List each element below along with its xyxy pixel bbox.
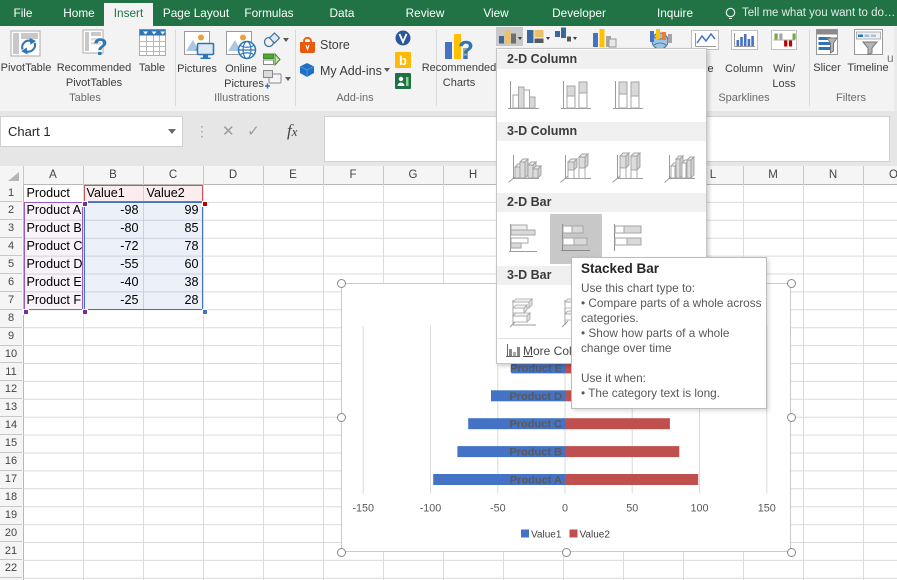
- svg-text:?: ?: [93, 34, 108, 58]
- svg-text:Value1: Value1: [531, 530, 562, 541]
- svg-text:-50: -50: [490, 503, 506, 515]
- svg-text:50: 50: [626, 503, 638, 515]
- svg-text:Product B: Product B: [509, 447, 562, 459]
- svg-text:Product A: Product A: [510, 475, 562, 487]
- svg-text:Product C: Product C: [509, 419, 562, 431]
- svg-text:-100: -100: [420, 503, 442, 515]
- svg-text:0: 0: [562, 503, 568, 515]
- svg-text:Value2: Value2: [580, 530, 611, 541]
- svg-text:150: 150: [758, 503, 776, 515]
- svg-text:-150: -150: [352, 503, 374, 515]
- svg-text:100: 100: [690, 503, 708, 515]
- svg-text:Product D: Product D: [509, 391, 562, 403]
- svg-text:?: ?: [458, 35, 474, 61]
- svg-text:Product E: Product E: [510, 363, 562, 375]
